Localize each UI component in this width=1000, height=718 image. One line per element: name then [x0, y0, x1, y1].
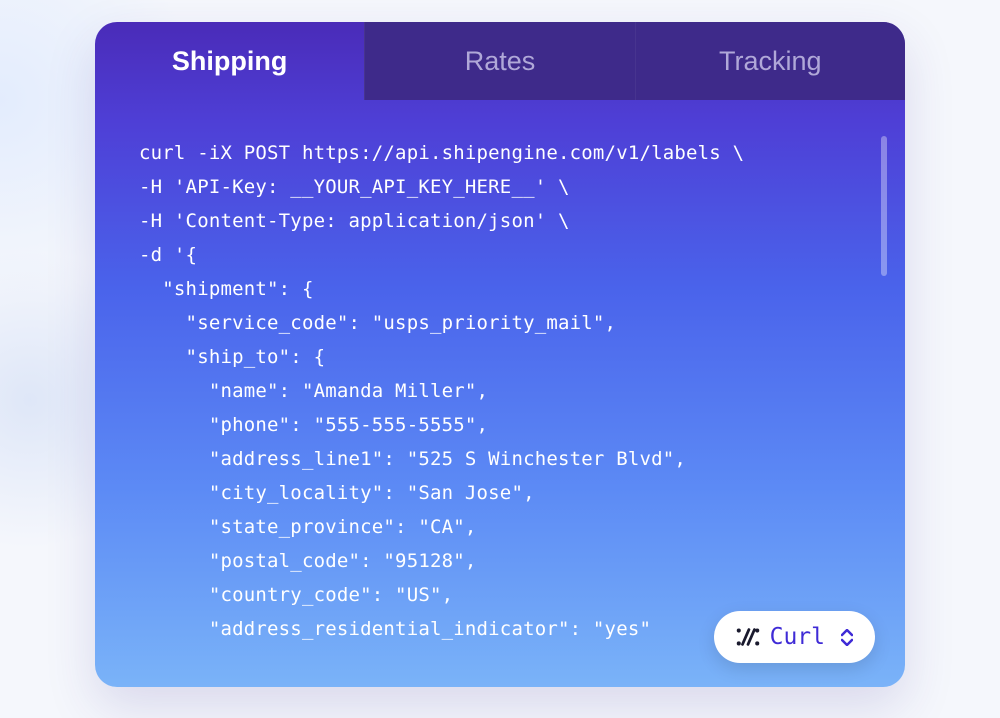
- tab-bar: Shipping Rates Tracking: [95, 22, 905, 100]
- scrollbar[interactable]: [881, 136, 887, 276]
- language-selector[interactable]: Curl: [714, 611, 875, 663]
- tab-shipping[interactable]: Shipping: [95, 22, 364, 100]
- language-label: Curl: [770, 624, 825, 650]
- tab-tracking[interactable]: Tracking: [635, 22, 905, 100]
- code-snippet: curl -iX POST https://api.shipengine.com…: [139, 136, 861, 646]
- code-area: curl -iX POST https://api.shipengine.com…: [95, 100, 905, 687]
- slash-icon: [736, 625, 760, 649]
- code-panel: Shipping Rates Tracking curl -iX POST ht…: [95, 22, 905, 687]
- updown-icon: [841, 629, 853, 646]
- tab-rates[interactable]: Rates: [364, 22, 634, 100]
